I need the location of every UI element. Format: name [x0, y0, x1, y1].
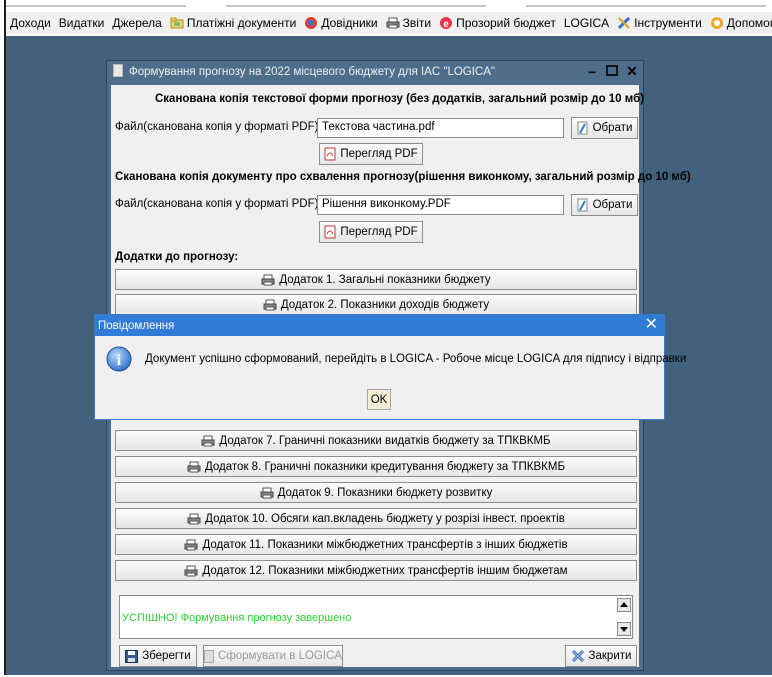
menu-dzherela[interactable]: Джерела [108, 12, 165, 34]
scroll-down-icon[interactable] [617, 622, 631, 636]
close-label: Закрити [588, 650, 632, 662]
file2-label: Файл(сканована копія у форматі PDF) [115, 198, 319, 210]
section-approval: Сканована копія документу про схвалення … [115, 171, 691, 183]
file1-label: Файл(сканована копія у форматі PDF) [115, 121, 319, 133]
top-strip [6, 0, 772, 12]
svg-text:i: i [117, 352, 122, 369]
menu-label: Звіти [402, 16, 432, 30]
menu-dokhody[interactable]: Доходи [6, 12, 55, 34]
appendix-10-button[interactable]: Додаток 10. Обсяги кап.вкладень бюджету … [115, 508, 637, 529]
appendix-7-button[interactable]: Додаток 7. Граничні показники видатків б… [115, 430, 637, 451]
status-area[interactable]: УСПІШНО! Формування прогнозу завершено [119, 595, 633, 639]
printer-icon [201, 435, 215, 447]
menu-dovidnyky[interactable]: Довідники [300, 12, 381, 34]
appendix-label: Додаток 10. Обсяги кап.вкладень бюджету … [205, 512, 565, 525]
tools-icon [617, 16, 631, 30]
menu-label: Видатки [58, 16, 105, 30]
choose-icon [577, 121, 589, 135]
form-logica-label: Сформувати в LOGICA [217, 650, 343, 662]
appendix-9-button[interactable]: Додаток 9. Показники бюджету розвитку [115, 482, 637, 503]
choose-icon [577, 198, 589, 212]
menu-label: LOGICA [563, 16, 610, 30]
appendix-label: Додаток 2. Показники доходів бюджету [280, 298, 490, 311]
menu-dopomoga[interactable]: Допомог [706, 12, 772, 34]
choose-label: Обрати [592, 122, 633, 134]
info-icon: i [105, 345, 133, 376]
close-icon[interactable]: ✕ [625, 64, 639, 78]
scroll-up-icon[interactable] [617, 598, 631, 612]
document-icon [113, 64, 123, 80]
menu-instrumenty[interactable]: Інструменти [613, 12, 706, 34]
window-title: Формування прогнозу на 2022 місцевого бю… [129, 66, 495, 78]
svg-text:e: e [443, 19, 449, 30]
pdf-icon [324, 225, 336, 239]
view-pdf-label: Перегляд PDF [340, 148, 418, 160]
appendix-label: Додаток 1. Загальні показники бюджету [279, 273, 491, 286]
printer-icon [260, 487, 274, 499]
message-dialog: Повідомлення ✕ i Документ успішно сформо… [94, 314, 686, 420]
menu-label: Інструменти [634, 16, 702, 30]
file2-field[interactable]: Рішення виконкому.PDF [317, 195, 564, 215]
appendix-label: Додаток 12. Показники міжбюджетних транс… [202, 564, 568, 577]
help-icon [710, 16, 724, 30]
menu-platizhni-dokumenty[interactable]: Платіжні документи [166, 12, 301, 34]
view-pdf1-button[interactable]: Перегляд PDF [319, 143, 423, 165]
file1-field[interactable]: Текстова частина.pdf [317, 118, 564, 138]
printer-icon [184, 565, 198, 577]
printer-icon [187, 513, 201, 525]
menu-zvity[interactable]: Звіти [382, 12, 436, 34]
dialog-close-icon[interactable]: ✕ [645, 316, 658, 334]
menu-label: Довідники [321, 16, 378, 30]
form-in-logica-button[interactable]: Сформувати в LOGICA [203, 645, 343, 667]
maximize-icon[interactable] [605, 64, 619, 78]
appendix-2-button[interactable]: Додаток 2. Показники доходів бюджету [115, 294, 637, 315]
view-pdf2-button[interactable]: Перегляд PDF [319, 221, 423, 243]
printer-icon [386, 17, 400, 29]
menu-label: Допомог [726, 16, 772, 30]
appendix-label: Додаток 9. Показники бюджету розвитку [277, 486, 493, 499]
appendix-1-button[interactable]: Додаток 1. Загальні показники бюджету [115, 269, 637, 290]
appendix-11-button[interactable]: Додаток 11. Показники міжбюджетних транс… [115, 534, 637, 555]
choose-file2-button[interactable]: Обрати [571, 194, 638, 216]
save-label: Зберегти [142, 650, 191, 662]
printer-icon [184, 539, 198, 551]
floppy-icon [125, 649, 139, 663]
window-titlebar[interactable]: Формування прогнозу на 2022 місцевого бю… [107, 61, 643, 83]
minimize-icon[interactable]: – [585, 64, 599, 78]
appendix-12-button[interactable]: Додаток 12. Показники міжбюджетних транс… [115, 560, 637, 581]
section-text-copy: Сканована копія текстової форми прогнозу… [155, 93, 645, 105]
appendix-8-button[interactable]: Додаток 8. Граничні показники кредитуван… [115, 456, 637, 477]
budget-icon: e [439, 16, 453, 30]
pdf-icon [324, 147, 336, 161]
dialog-titlebar[interactable]: Повідомлення ✕ [95, 315, 664, 336]
globe-icon [304, 16, 318, 30]
printer-icon [263, 299, 277, 311]
printer-icon [261, 274, 275, 286]
folder-money-icon [170, 17, 184, 29]
view-pdf-label: Перегляд PDF [340, 226, 418, 238]
menu-label: Прозорий бюджет [456, 16, 556, 30]
choose-file1-button[interactable]: Обрати [571, 117, 638, 139]
appendix-label: Додаток 11. Показники міжбюджетних транс… [202, 538, 568, 551]
appendix-heading: Додатки до прогнозу: [115, 251, 239, 263]
dialog-message: Документ успішно сформований, перейдіть … [145, 353, 687, 365]
choose-label: Обрати [592, 199, 633, 211]
dialog-title: Повідомлення [98, 319, 175, 332]
appendix-label: Додаток 8. Граничні показники кредитуван… [205, 460, 565, 473]
menu-prozoryi-biudzhet[interactable]: e Прозорий бюджет [435, 12, 560, 34]
document-icon [203, 649, 214, 663]
menu-label: Доходи [10, 16, 51, 30]
save-button[interactable]: Зберегти [119, 645, 197, 667]
menubar: Доходи Видатки Джерела Платіжні документ… [6, 12, 772, 34]
menu-label: Джерела [112, 16, 162, 30]
printer-icon [187, 461, 201, 473]
menu-label: Платіжні документи [186, 16, 297, 30]
menu-logica[interactable]: LOGICA [560, 12, 613, 34]
menu-vydatky[interactable]: Видатки [55, 12, 109, 34]
close-button[interactable]: Закрити [565, 645, 637, 667]
ok-button[interactable]: OK [367, 389, 391, 410]
status-text: УСПІШНО! Формування прогнозу завершено [122, 612, 352, 624]
close-x-icon [571, 649, 585, 663]
appendix-label: Додаток 7. Граничні показники видатків б… [219, 434, 551, 447]
